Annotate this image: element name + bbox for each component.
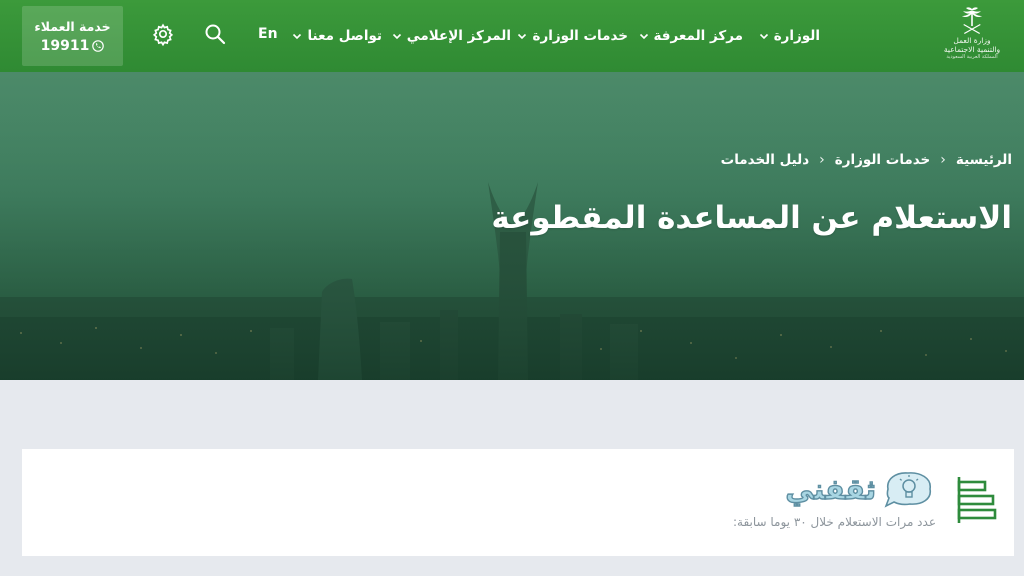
nav-item-ministry[interactable]: الوزارة — [759, 26, 820, 46]
palm-swords-icon — [962, 7, 982, 34]
chevron-left-icon: ‹ — [940, 152, 946, 168]
breadcrumb: الرئيسية ‹ خدمات الوزارة ‹ دليل الخدمات — [721, 152, 1012, 168]
hotline-label: خدمة العملاء — [34, 18, 111, 34]
chevron-down-icon — [292, 31, 302, 41]
gear-icon[interactable] — [151, 22, 175, 46]
lightbulb-bubble-icon — [880, 469, 936, 509]
brand-text: ثقفني — [785, 472, 877, 506]
hero-banner: الرئيسية ‹ خدمات الوزارة ‹ دليل الخدمات … — [0, 72, 1024, 380]
hotline-number: 19911 — [40, 37, 90, 54]
breadcrumb-item-ministry-services[interactable]: خدمات الوزارة — [835, 152, 931, 168]
nav-item-contact-us[interactable]: تواصل معنا — [292, 26, 382, 46]
chevron-down-icon — [392, 31, 402, 41]
nav-item-label: الوزارة — [773, 28, 820, 44]
service-list-icon — [951, 474, 999, 526]
breadcrumb-item-services-guide[interactable]: دليل الخدمات — [721, 152, 809, 168]
inquiry-card: ثقفني عدد مرات الاستعلام خلال ٣٠ يوما سا… — [22, 449, 1014, 556]
brand-watermark: ثقفني — [785, 469, 936, 509]
nav-item-label: خدمات الوزارة — [532, 28, 628, 44]
nav-item-label: مركز المعرفة — [653, 28, 744, 44]
nav-item-knowledge-center[interactable]: مركز المعرفة — [639, 26, 744, 46]
nav-item-media-center[interactable]: المركز الإعلامي — [392, 26, 511, 46]
logo-text-line3: المملكة العربية السعودية — [946, 54, 998, 60]
inquiry-count-label: عدد مرات الاستعلام خلال ٣٠ يوما سابقة: — [732, 515, 936, 529]
chevron-down-icon — [759, 31, 769, 41]
logo-text-line2: والتنمية الاجتماعية — [943, 45, 1001, 54]
ministry-logo[interactable]: وزارة العمل والتنمية الاجتماعية المملكة … — [932, 6, 1012, 68]
breadcrumb-item-home[interactable]: الرئيسية — [956, 152, 1012, 168]
language-toggle-button[interactable]: En — [258, 26, 278, 42]
customer-service-hotline-button[interactable]: خدمة العملاء 19911 — [22, 6, 123, 66]
chevron-down-icon — [639, 31, 649, 41]
nav-item-label: المركز الإعلامي — [406, 28, 511, 44]
chevron-down-icon — [517, 31, 527, 41]
phone-icon — [92, 39, 105, 52]
nav-item-ministry-services[interactable]: خدمات الوزارة — [517, 26, 628, 46]
top-navigation-bar: وزارة العمل والتنمية الاجتماعية المملكة … — [0, 0, 1024, 72]
logo-text-line1: وزارة العمل — [953, 36, 991, 45]
nav-item-label: تواصل معنا — [307, 28, 382, 44]
chevron-left-icon: ‹ — [819, 152, 825, 168]
search-icon[interactable] — [203, 22, 227, 46]
page-title: الاستعلام عن المساعدة المقطوعة — [491, 200, 1012, 236]
